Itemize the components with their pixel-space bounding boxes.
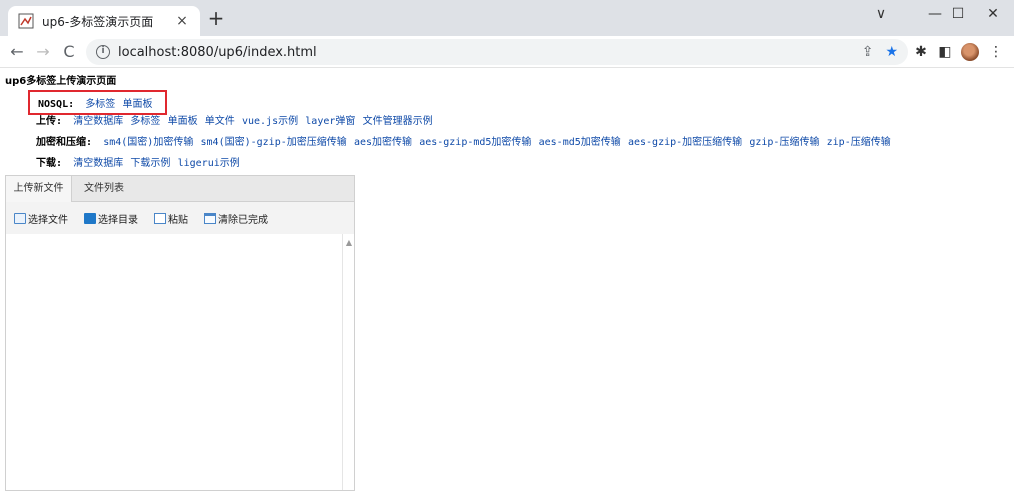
bookmark-star-icon[interactable]: ★ xyxy=(885,44,898,60)
close-tab-icon[interactable]: × xyxy=(174,13,190,29)
link-upload-single-file[interactable]: 单文件 xyxy=(205,116,235,127)
new-tab-button[interactable]: + xyxy=(206,8,226,29)
link-download-ligerui[interactable]: ligerui示例 xyxy=(178,158,240,169)
page-content: up6多标签上传演示页面 NOSQL: 多标签 单面板 上传: 清空数据库 多标… xyxy=(0,68,1014,491)
tab-file-list[interactable]: 文件列表 xyxy=(72,176,136,202)
encrypt-row: 加密和压缩: sm4(国密)加密传输 sm4(国密)-gzip-加密压缩传输 a… xyxy=(36,133,895,148)
link-encrypt-sm4-gzip[interactable]: sm4(国密)-gzip-加密压缩传输 xyxy=(201,137,347,148)
link-encrypt-sm4[interactable]: sm4(国密)加密传输 xyxy=(103,137,193,148)
select-folder-label: 选择目录 xyxy=(98,214,138,226)
panel-tabs: 上传新文件 文件列表 xyxy=(6,176,354,202)
scroll-up-icon[interactable]: ▲ xyxy=(346,238,352,247)
address-bar[interactable]: i localhost:8080/up6/index.html ⇪ ★ xyxy=(86,39,908,65)
file-icon xyxy=(14,212,26,224)
scrollbar[interactable]: ▲ xyxy=(342,234,354,490)
upload-panel: 上传新文件 文件列表 选择文件 选择目录 粘贴 清除已完成 ▲ xyxy=(5,175,355,491)
link-encrypt-zip[interactable]: zip-压缩传输 xyxy=(827,137,891,148)
browser-tab[interactable]: up6-多标签演示页面 × xyxy=(8,6,200,36)
link-nosql-single-panel[interactable]: 单面板 xyxy=(123,99,153,110)
profile-avatar[interactable] xyxy=(961,43,979,61)
download-label: 下载: xyxy=(36,158,63,169)
link-encrypt-aes-gzip-md5[interactable]: aes-gzip-md5加密传输 xyxy=(419,137,531,148)
link-encrypt-aes[interactable]: aes加密传输 xyxy=(354,137,412,148)
clear-completed-label: 清除已完成 xyxy=(218,214,268,226)
forward-button[interactable]: → xyxy=(32,41,54,63)
folder-icon xyxy=(84,212,96,224)
close-window-button[interactable]: ✕ xyxy=(970,4,1014,24)
back-button[interactable]: ← xyxy=(6,41,28,63)
select-file-button[interactable]: 选择文件 xyxy=(14,211,68,226)
link-upload-file-manager[interactable]: 文件管理器示例 xyxy=(363,116,433,127)
tab-search-icon[interactable]: ∨ xyxy=(858,4,904,24)
link-download-demo[interactable]: 下载示例 xyxy=(130,158,170,169)
link-upload-layer[interactable]: layer弹窗 xyxy=(305,116,355,127)
menu-icon[interactable]: ⋮ xyxy=(986,42,1006,62)
link-upload-clear-db[interactable]: 清空数据库 xyxy=(73,116,123,127)
url-text[interactable]: localhost:8080/up6/index.html xyxy=(118,45,850,60)
select-folder-button[interactable]: 选择目录 xyxy=(84,211,138,226)
clear-icon xyxy=(204,212,216,224)
extensions-icon[interactable]: ✱ xyxy=(911,42,931,62)
paste-button[interactable]: 粘贴 xyxy=(154,211,188,226)
tab-strip: up6-多标签演示页面 × + ∨ — ☐ ✕ xyxy=(0,0,1014,36)
upload-row: 上传: 清空数据库 多标签 单面板 单文件 vue.js示例 layer弹窗 文… xyxy=(36,112,437,127)
link-download-clear-db[interactable]: 清空数据库 xyxy=(73,158,123,169)
clear-completed-button[interactable]: 清除已完成 xyxy=(204,211,268,226)
reload-button[interactable]: C xyxy=(58,41,80,63)
page-favicon-icon xyxy=(18,13,34,29)
paste-label: 粘贴 xyxy=(168,214,188,226)
link-upload-multitab[interactable]: 多标签 xyxy=(130,116,160,127)
download-row: 下载: 清空数据库 下载示例 ligerui示例 xyxy=(36,154,244,169)
file-list-area[interactable]: ▲ xyxy=(6,234,354,490)
select-file-label: 选择文件 xyxy=(28,214,68,226)
link-nosql-multitab[interactable]: 多标签 xyxy=(85,99,115,110)
nosql-label: NOSQL: xyxy=(38,99,75,110)
browser-toolbar: ← → C i localhost:8080/up6/index.html ⇪ … xyxy=(0,36,1014,68)
share-icon[interactable]: ⇪ xyxy=(862,44,874,60)
site-info-icon[interactable]: i xyxy=(96,45,110,59)
page-title: up6多标签上传演示页面 xyxy=(5,76,117,87)
side-panel-icon[interactable]: ◧ xyxy=(935,42,955,62)
link-encrypt-aes-gzip[interactable]: aes-gzip-加密压缩传输 xyxy=(628,137,742,148)
link-encrypt-gzip[interactable]: gzip-压缩传输 xyxy=(749,137,819,148)
tab-title: up6-多标签演示页面 xyxy=(42,14,154,29)
tab-upload-new-file[interactable]: 上传新文件 xyxy=(6,176,72,202)
encrypt-label: 加密和压缩: xyxy=(36,137,93,148)
panel-toolbar: 选择文件 选择目录 粘贴 清除已完成 xyxy=(6,202,354,234)
link-encrypt-aes-md5[interactable]: aes-md5加密传输 xyxy=(539,137,621,148)
link-upload-vue[interactable]: vue.js示例 xyxy=(242,116,298,127)
upload-label: 上传: xyxy=(36,116,63,127)
link-upload-single-panel[interactable]: 单面板 xyxy=(168,116,198,127)
paste-icon xyxy=(154,212,166,224)
